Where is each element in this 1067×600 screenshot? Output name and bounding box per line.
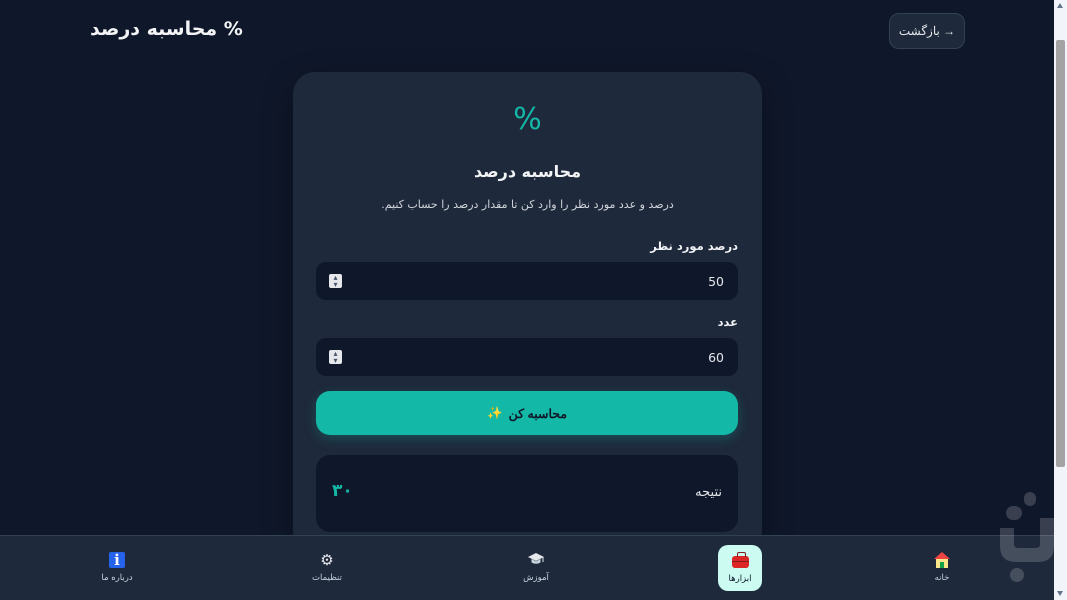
number-spinner[interactable]: ▴ ▾ xyxy=(329,350,342,365)
nav-item-settings[interactable]: ⚙ تنظیمات xyxy=(297,544,357,590)
nav-item-home[interactable]: خانه xyxy=(912,544,972,590)
home-icon xyxy=(934,551,950,568)
percent-spinner[interactable]: ▴ ▾ xyxy=(329,274,342,289)
scrollbar-thumb[interactable] xyxy=(1056,40,1065,467)
percent-field: ▴▾ xyxy=(316,262,738,300)
nav-label-tutorial: آموزش xyxy=(523,572,549,583)
percent-icon: % xyxy=(513,102,542,137)
percent-calculator-card: % محاسبه درصد درصد و عدد مورد نظر را وار… xyxy=(293,72,762,552)
watermark-logo-icon xyxy=(1000,492,1054,582)
nav-label-about: درباره ما xyxy=(101,572,133,583)
nav-label-home: خانه xyxy=(934,572,950,583)
info-icon: i xyxy=(109,551,125,568)
number-field: ▴▾ xyxy=(316,338,738,376)
result-value: ۳۰ xyxy=(332,481,353,501)
nav-item-tools[interactable]: ابزارها xyxy=(718,545,762,591)
card-subtitle: درصد و عدد مورد نظر را وارد کن تا مقدار … xyxy=(381,198,674,211)
number-input[interactable] xyxy=(316,338,738,376)
card-title: محاسبه درصد xyxy=(473,162,582,181)
vertical-scrollbar[interactable] xyxy=(1054,0,1067,600)
percent-field-label: درصد مورد نظر xyxy=(650,239,738,253)
result-label: نتیجه xyxy=(695,485,722,500)
nav-label-settings: تنظیمات xyxy=(312,572,342,583)
nav-item-tutorial[interactable]: آموزش xyxy=(506,544,566,590)
nav-item-about[interactable]: i درباره ما xyxy=(87,544,147,590)
result-box: نتیجه ۳۰ xyxy=(316,455,738,532)
nav-label-tools: ابزارها xyxy=(728,573,752,584)
app-screen: % محاسبه درصد → بازگشت % محاسبه درصد درص… xyxy=(0,0,1067,600)
back-button[interactable]: → بازگشت xyxy=(889,13,965,49)
gear-icon: ⚙ xyxy=(320,550,334,569)
number-field-label: عدد xyxy=(717,315,738,329)
graduation-cap-icon xyxy=(528,552,544,568)
calculate-button[interactable]: محاسبه کن ✨ xyxy=(316,391,738,435)
page-title: % محاسبه درصد xyxy=(90,18,243,40)
scroll-up-arrow-icon[interactable] xyxy=(1057,3,1063,8)
calculate-button-label: محاسبه کن xyxy=(508,406,568,421)
sparkles-icon: ✨ xyxy=(486,405,503,420)
toolbox-icon xyxy=(731,551,749,569)
scroll-down-arrow-icon[interactable] xyxy=(1057,591,1063,596)
percent-input[interactable] xyxy=(316,262,738,300)
bottom-nav: i درباره ما ⚙ تنظیمات آموزش ابزارها خانه xyxy=(0,535,1054,600)
